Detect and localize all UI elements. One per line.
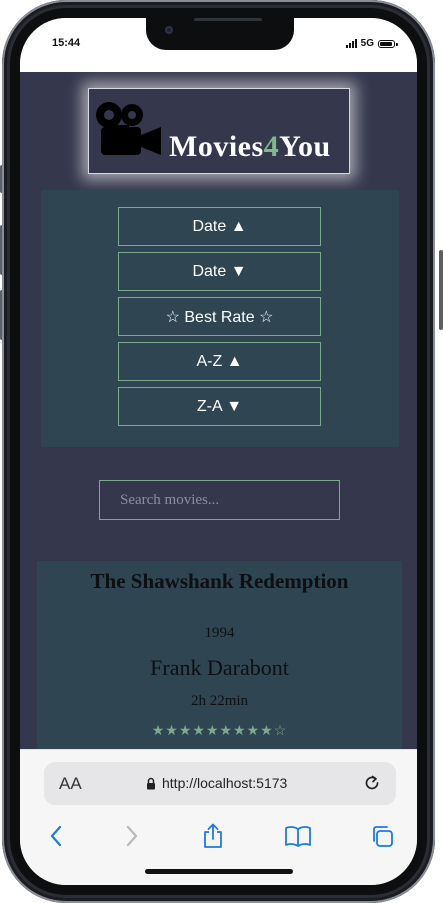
- movie-rating-stars: ★★★★★★★★★☆: [151, 724, 288, 739]
- status-time: 15:44: [52, 37, 81, 49]
- front-camera-icon: [165, 26, 173, 34]
- text-size-label: AA: [59, 774, 82, 793]
- movie-duration: 2h 22min: [190, 693, 249, 709]
- movie-year: 1994: [204, 625, 235, 641]
- bookmarks-icon: [285, 826, 311, 847]
- address-bar[interactable]: AA http://localhost:5173: [44, 762, 396, 805]
- search-input[interactable]: [99, 480, 340, 520]
- url-text: http://localhost:5173: [162, 775, 288, 791]
- sort-date-asc-button[interactable]: Date ▲: [118, 207, 321, 246]
- battery-icon: [378, 39, 398, 48]
- movie-director: Frank Darabont: [150, 655, 289, 680]
- share-icon: [204, 823, 222, 848]
- movie-card[interactable]: The Shawshank Redemption 1994 Frank Dara…: [37, 561, 402, 750]
- sort-date-desc-button[interactable]: Date ▼: [118, 252, 321, 291]
- signal-icon: [345, 39, 357, 48]
- movie-title: The Shawshank Redemption: [90, 569, 349, 593]
- side-button: [439, 250, 443, 330]
- lock-icon: [147, 777, 155, 790]
- home-indicator[interactable]: [145, 869, 293, 874]
- share-button[interactable]: [199, 822, 227, 850]
- browser-toolbar: AA http://localhost:5173: [20, 749, 417, 885]
- brand-suffix: You: [279, 130, 331, 163]
- brand-number: 4: [263, 130, 280, 163]
- screen: 15:44 5G Movies4You Date ▲ Date ▼ ☆ Best…: [20, 18, 417, 885]
- forward-button[interactable]: [118, 822, 146, 850]
- speaker: [194, 18, 262, 21]
- status-indicators: 5G: [345, 38, 398, 49]
- notch: [146, 18, 294, 50]
- text-size-button[interactable]: AA: [59, 774, 82, 794]
- browser-nav-row: [20, 816, 417, 856]
- sort-az-button[interactable]: A-Z ▲: [118, 342, 321, 381]
- sort-za-button[interactable]: Z-A ▼: [118, 387, 321, 426]
- reload-icon[interactable]: [362, 773, 382, 793]
- network-label: 5G: [360, 38, 374, 49]
- sort-panel: Date ▲ Date ▼ ☆ Best Rate ☆ A-Z ▲ Z-A ▼: [41, 190, 399, 447]
- app-viewport: Movies4You Date ▲ Date ▼ ☆ Best Rate ☆ A…: [20, 72, 417, 750]
- status-bar: 15:44 5G: [20, 18, 417, 72]
- movie-camera-icon: [96, 102, 161, 155]
- brand-name: Movies4You: [169, 130, 331, 164]
- back-button[interactable]: [42, 822, 70, 850]
- phone-frame: 15:44 5G Movies4You Date ▲ Date ▼ ☆ Best…: [0, 0, 443, 903]
- back-icon: [50, 825, 62, 847]
- bookmarks-button[interactable]: [284, 822, 312, 850]
- brand-prefix: Movies: [169, 130, 264, 163]
- site-logo[interactable]: Movies4You: [88, 88, 350, 174]
- forward-icon: [126, 825, 138, 847]
- tabs-icon: [373, 826, 393, 847]
- sort-best-rate-button[interactable]: ☆ Best Rate ☆: [118, 297, 321, 336]
- tabs-button[interactable]: [368, 822, 396, 850]
